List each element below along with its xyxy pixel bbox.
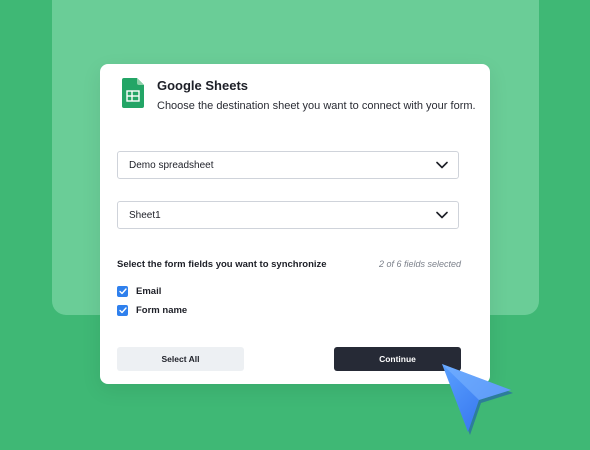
fields-heading: Select the form fields you want to synch… xyxy=(117,259,327,270)
checkbox-checked-icon[interactable] xyxy=(117,305,128,316)
field-checkbox-email[interactable]: Email xyxy=(117,286,161,297)
spreadsheet-select-value: Demo spreadsheet xyxy=(129,159,214,171)
field-label: Email xyxy=(136,286,162,297)
google-sheets-icon xyxy=(122,78,144,108)
field-checkbox-form-name[interactable]: Form name xyxy=(117,305,187,316)
field-label: Form name xyxy=(136,305,188,316)
dialog-title: Google Sheets xyxy=(157,78,249,93)
google-sheets-dialog: Google Sheets Choose the destination she… xyxy=(100,64,490,384)
chevron-down-icon xyxy=(436,161,448,169)
sheet-select[interactable]: Sheet1 xyxy=(117,201,459,229)
select-all-button[interactable]: Select All xyxy=(117,347,244,371)
cursor-pointer-icon xyxy=(442,364,513,435)
checkbox-checked-icon[interactable] xyxy=(117,286,128,297)
dialog-subtitle: Choose the destination sheet you want to… xyxy=(157,100,476,112)
spreadsheet-select[interactable]: Demo spreadsheet xyxy=(117,151,459,179)
fields-selected-count: 2 of 6 fields selected xyxy=(378,259,461,269)
sheet-select-value: Sheet1 xyxy=(129,209,161,221)
chevron-down-icon xyxy=(436,211,448,219)
